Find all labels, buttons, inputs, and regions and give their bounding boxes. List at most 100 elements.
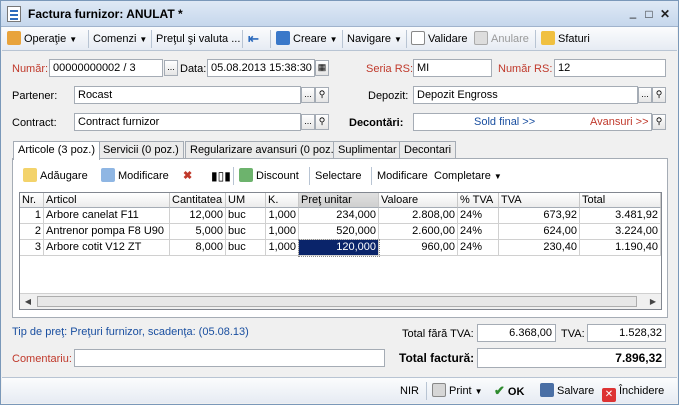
modificare-menu[interactable]: Modificare xyxy=(377,167,428,185)
delete-row-icon[interactable]: ✖ xyxy=(183,167,192,185)
table-cell[interactable]: Arbore canelat F11 xyxy=(44,208,170,224)
scroll-left-icon[interactable]: ◀ xyxy=(21,295,35,308)
articles-grid[interactable]: Nr. Articol Cantitatea UM K. Preţ unitar… xyxy=(19,192,662,310)
table-cell[interactable]: 520,000 xyxy=(299,224,379,240)
print-label: Print xyxy=(449,385,472,397)
table-cell[interactable]: 230,40 xyxy=(499,240,580,256)
table-cell[interactable]: 1,000 xyxy=(266,240,299,256)
close-icon[interactable]: ✕ xyxy=(657,6,673,22)
operation-icon xyxy=(7,31,21,45)
modificare-button[interactable]: Modificare xyxy=(101,167,169,185)
pretul-valuta-button[interactable]: Preţul şi valuta ... xyxy=(156,30,240,48)
partener-lookup-button[interactable]: ... xyxy=(301,87,315,103)
print-menu[interactable]: Print ▼ xyxy=(432,382,483,400)
col-header-articol[interactable]: Articol xyxy=(44,193,170,208)
col-header-nr[interactable]: Nr. xyxy=(20,193,44,208)
table-cell[interactable]: 1.190,40 xyxy=(580,240,661,256)
tab-decontari[interactable]: Decontari xyxy=(399,141,457,159)
tab-articole[interactable]: Articole (3 poz.) xyxy=(13,141,101,160)
col-header-tva[interactable]: TVA xyxy=(499,193,580,208)
table-cell[interactable]: Antrenor pompa F8 U90 xyxy=(44,224,170,240)
partener-search-icon[interactable]: ⚲ xyxy=(315,87,329,103)
horizontal-scrollbar[interactable]: ◀ ▶ xyxy=(20,293,661,309)
selected-cell[interactable]: 120,000 xyxy=(298,239,380,257)
sfaturi-label: Sfaturi xyxy=(558,33,590,45)
creare-menu[interactable]: Creare ▼ xyxy=(276,30,338,48)
comentariu-field[interactable] xyxy=(74,349,385,367)
table-cell[interactable]: buc xyxy=(226,224,266,240)
avansuri-link[interactable]: Avansuri >> xyxy=(590,114,649,130)
decontari-search-icon[interactable]: ⚲ xyxy=(652,114,666,130)
operatie-menu[interactable]: Operaţie ▼ xyxy=(7,30,77,48)
table-cell[interactable]: 24% xyxy=(458,240,499,256)
inchidere-button[interactable]: ✕ Închidere xyxy=(602,382,664,402)
depozit-field[interactable]: Depozit Engross xyxy=(413,86,638,104)
depozit-search-icon[interactable]: ⚲ xyxy=(652,87,666,103)
main-toolbar: Operaţie ▼ Comenzi ▼ Preţul şi valuta ... … xyxy=(2,27,677,51)
depozit-lookup-button[interactable]: ... xyxy=(638,87,652,103)
barcode-icon[interactable]: ▮▯▮ xyxy=(211,167,231,185)
anulare-button[interactable]: Anulare xyxy=(474,30,529,48)
table-cell[interactable]: 12,000 xyxy=(170,208,226,224)
table-cell[interactable]: buc xyxy=(226,208,266,224)
table-cell[interactable]: 3.481,92 xyxy=(580,208,661,224)
partener-field[interactable]: Rocast xyxy=(74,86,301,104)
contract-search-icon[interactable]: ⚲ xyxy=(315,114,329,130)
comenzi-menu[interactable]: Comenzi ▼ xyxy=(93,30,147,48)
table-cell[interactable]: 2.808,00 xyxy=(379,208,458,224)
scroll-thumb[interactable] xyxy=(37,296,637,307)
tab-servicii[interactable]: Servicii (0 poz.) xyxy=(98,141,184,159)
col-header-total[interactable]: Total xyxy=(580,193,661,208)
salvare-button[interactable]: Salvare xyxy=(540,382,594,400)
data-field[interactable]: 05.08.2013 15:38:30 xyxy=(207,59,315,77)
table-cell[interactable]: 5,000 xyxy=(170,224,226,240)
table-cell[interactable]: 8,000 xyxy=(170,240,226,256)
table-cell[interactable]: 24% xyxy=(458,224,499,240)
table-cell[interactable]: 3 xyxy=(20,240,44,256)
sfaturi-button[interactable]: Sfaturi xyxy=(541,30,590,48)
navigare-menu[interactable]: Navigare ▼ xyxy=(347,30,402,48)
adaugare-button[interactable]: Adăugare xyxy=(23,167,88,185)
scroll-right-icon[interactable]: ▶ xyxy=(646,295,660,308)
col-header-valoare[interactable]: Valoare xyxy=(379,193,458,208)
table-cell[interactable]: 624,00 xyxy=(499,224,580,240)
back-arrow-icon[interactable]: ⇤ xyxy=(248,30,259,48)
discount-button[interactable]: Discount xyxy=(239,167,299,185)
numar-field[interactable]: 00000000002 / 3 xyxy=(49,59,163,77)
col-header-tva-pct[interactable]: % TVA xyxy=(458,193,499,208)
table-cell[interactable]: 3.224,00 xyxy=(580,224,661,240)
col-header-um[interactable]: UM xyxy=(226,193,266,208)
table-cell[interactable]: 234,000 xyxy=(299,208,379,224)
table-cell[interactable]: Arbore cotit V12 ZT xyxy=(44,240,170,256)
table-cell[interactable]: 24% xyxy=(458,208,499,224)
col-header-k[interactable]: K. xyxy=(266,193,299,208)
completare-menu[interactable]: Completare ▼ xyxy=(434,167,502,185)
table-cell[interactable]: 960,00 xyxy=(379,240,458,256)
col-header-cantitatea[interactable]: Cantitatea xyxy=(170,193,226,208)
minimize-icon[interactable]: – xyxy=(625,9,641,25)
table-cell[interactable]: buc xyxy=(226,240,266,256)
tva-field: 1.528,32 xyxy=(587,324,666,342)
numar-rs-field[interactable]: 12 xyxy=(554,59,666,77)
table-cell[interactable]: 2 xyxy=(20,224,44,240)
table-cell[interactable]: 673,92 xyxy=(499,208,580,224)
sold-final-link[interactable]: Sold final >> xyxy=(474,114,535,130)
selectare-button[interactable]: Selectare xyxy=(315,167,361,185)
nir-button[interactable]: NIR xyxy=(400,382,419,400)
table-cell[interactable]: 1,000 xyxy=(266,224,299,240)
contract-field[interactable]: Contract furnizor xyxy=(74,113,301,131)
contract-lookup-button[interactable]: ... xyxy=(301,114,315,130)
maximize-icon[interactable]: □ xyxy=(641,6,657,22)
seria-rs-field[interactable]: MI xyxy=(413,59,492,77)
navigare-label: Navigare xyxy=(347,33,392,45)
numar-lookup-button[interactable]: ... xyxy=(164,60,178,76)
tab-regularizare[interactable]: Regularizare avansuri (0 poz.) xyxy=(185,141,343,159)
tab-suplimentar[interactable]: Suplimentar xyxy=(333,141,402,159)
calendar-icon[interactable]: ▦ xyxy=(315,60,329,76)
ok-button[interactable]: ✔ OK xyxy=(494,382,524,400)
table-cell[interactable]: 1,000 xyxy=(266,208,299,224)
validare-button[interactable]: Validare xyxy=(411,30,468,48)
col-header-pret[interactable]: Preţ unitar xyxy=(299,193,379,208)
table-cell[interactable]: 1 xyxy=(20,208,44,224)
table-cell[interactable]: 2.600,00 xyxy=(379,224,458,240)
